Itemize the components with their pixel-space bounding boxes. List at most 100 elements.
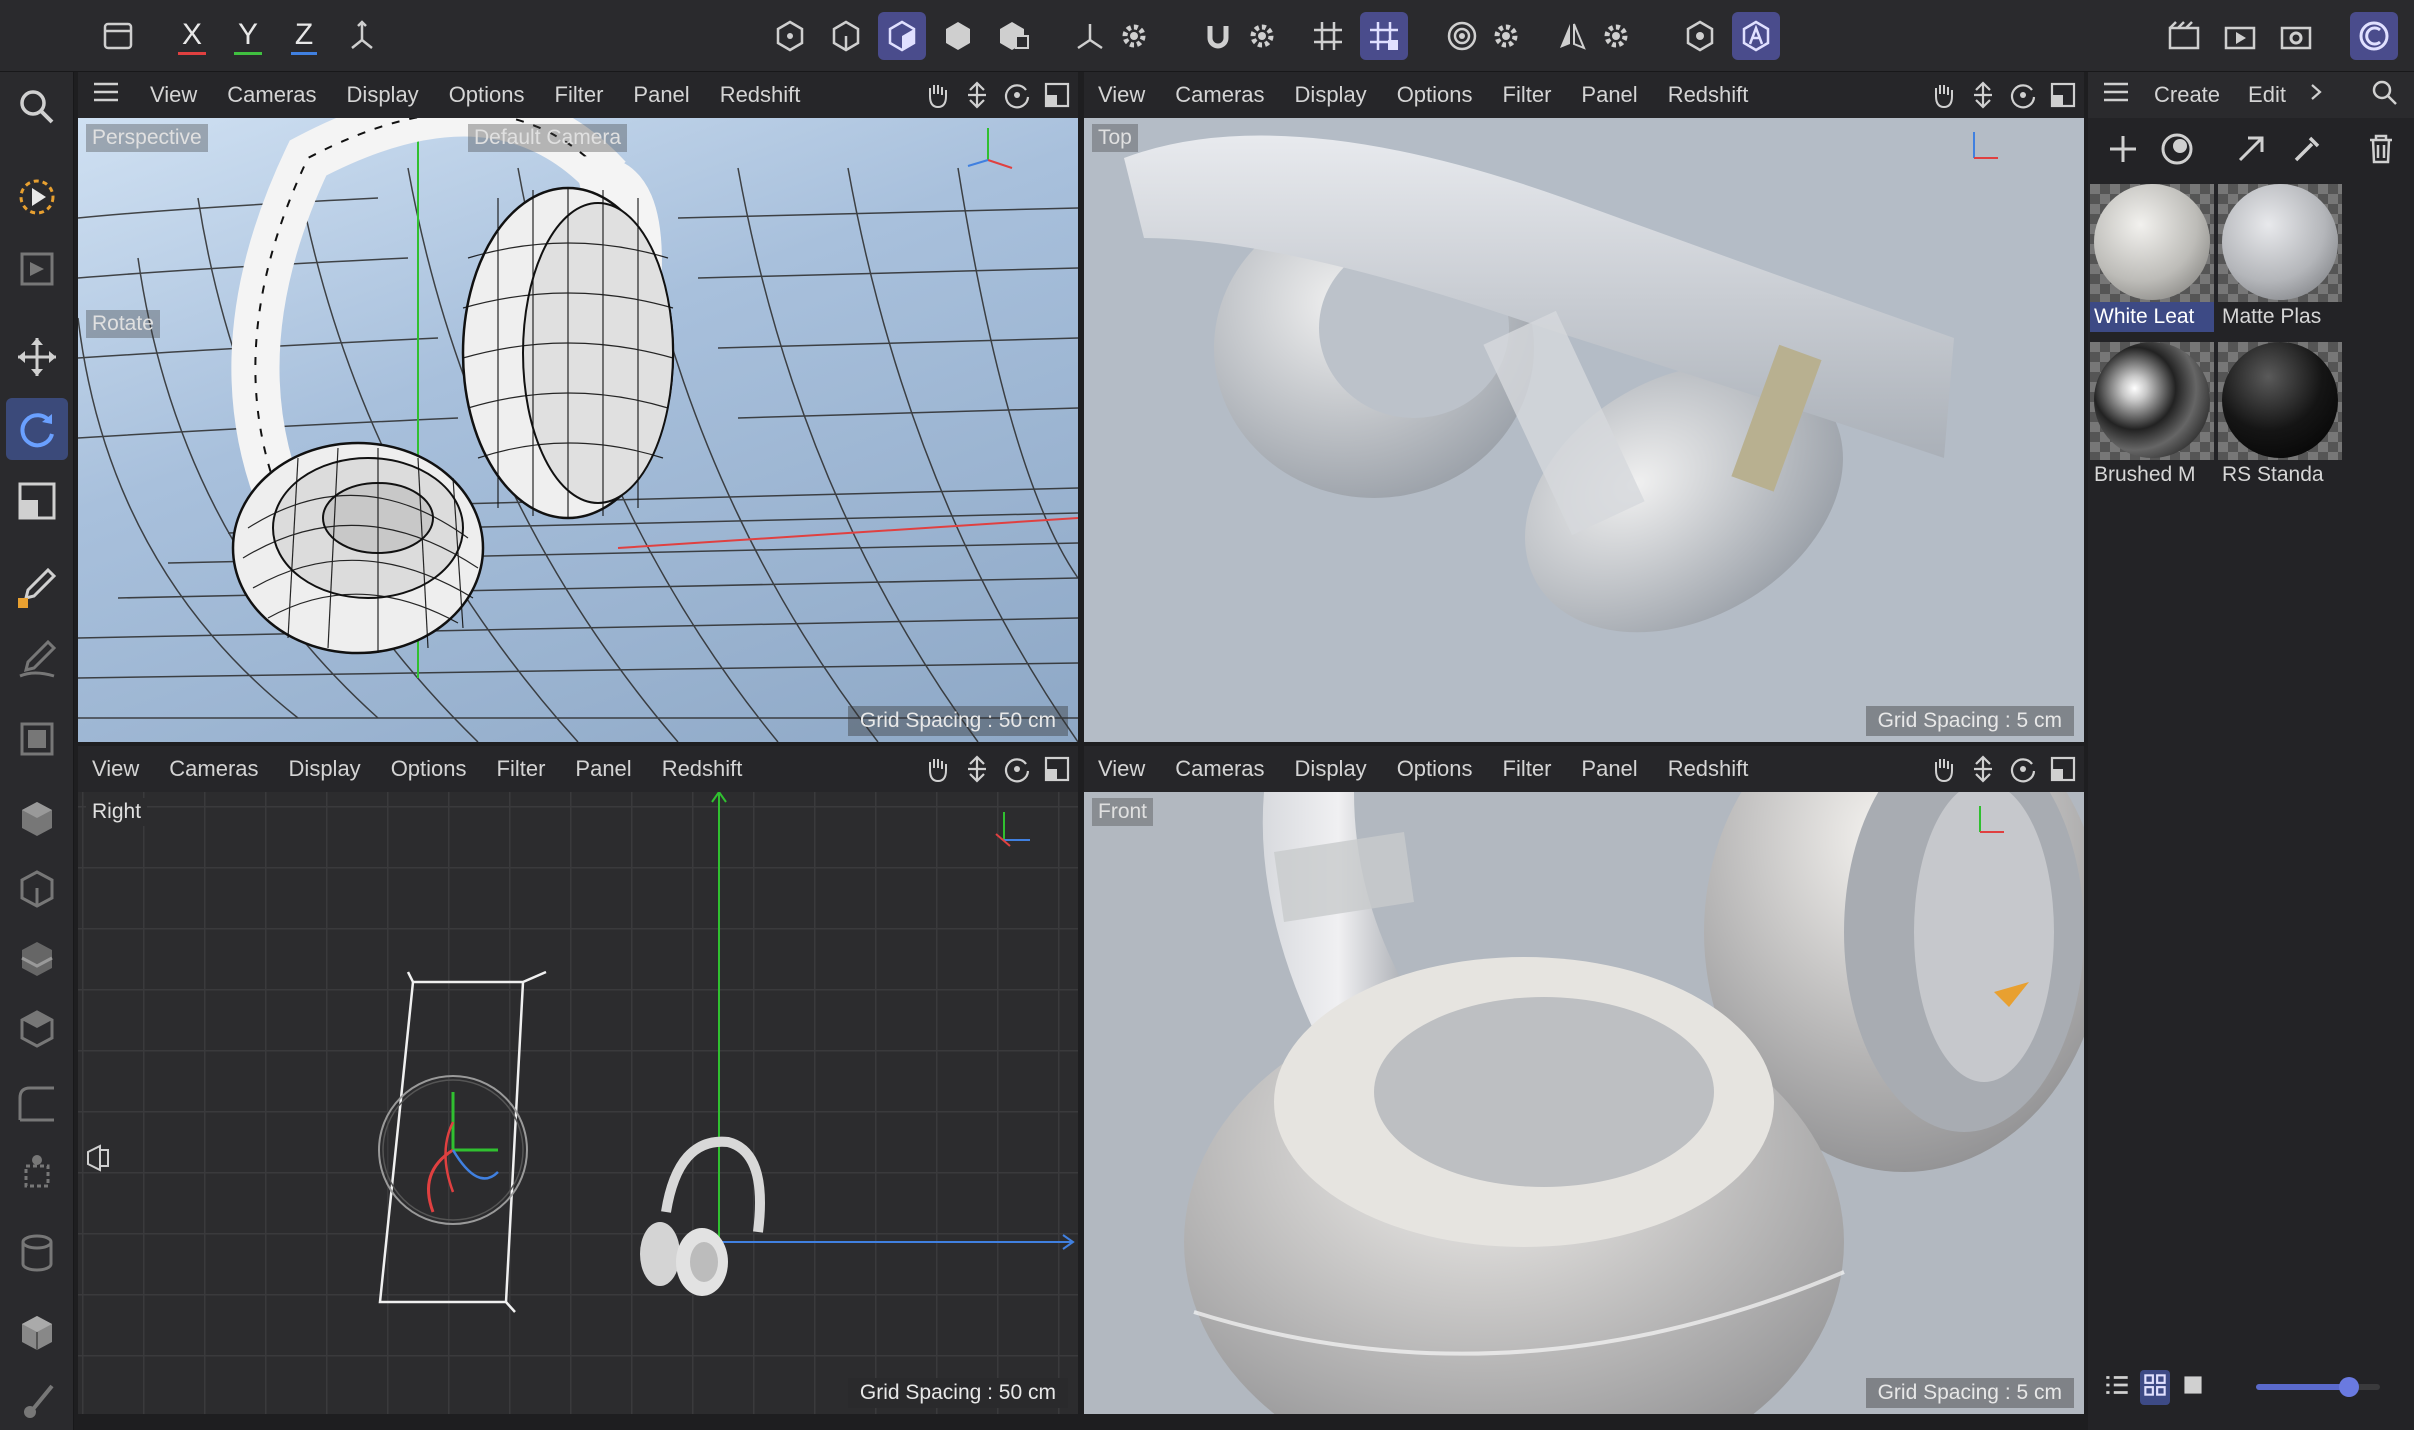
dolly-icon[interactable] — [1968, 754, 1998, 784]
hamburger-menu-icon[interactable] — [92, 78, 120, 112]
axis-tool-icon[interactable] — [1066, 12, 1114, 60]
model-mode-icon[interactable] — [934, 12, 982, 60]
thumbnail-size-slider[interactable] — [2256, 1377, 2380, 1397]
points-mode-icon[interactable] — [766, 12, 814, 60]
menu-filter[interactable]: Filter — [497, 756, 546, 782]
symmetry-icon[interactable] — [1548, 12, 1596, 60]
grid-view-icon[interactable] — [2140, 1370, 2170, 1405]
dolly-icon[interactable] — [962, 754, 992, 784]
dolly-icon[interactable] — [1968, 80, 1998, 110]
brush-tool-icon[interactable] — [6, 1372, 68, 1430]
pan-hand-icon[interactable] — [1928, 754, 1958, 784]
hamburger-menu-icon[interactable] — [2102, 78, 2130, 112]
live-selection-icon[interactable] — [6, 166, 68, 228]
menu-options[interactable]: Options — [449, 82, 525, 108]
workplane-grid-icon[interactable] — [1304, 12, 1352, 60]
trash-icon[interactable] — [2358, 126, 2404, 172]
object-mode-icon[interactable] — [990, 12, 1038, 60]
material-brushed-metal[interactable]: Brushed M — [2090, 342, 2214, 492]
orbit-icon[interactable] — [2008, 80, 2038, 110]
viewport-label[interactable]: Right — [86, 798, 148, 826]
viewport-solo-icon[interactable] — [1676, 12, 1724, 60]
maximize-viewport-icon[interactable] — [1042, 80, 1072, 110]
dolly-icon[interactable] — [962, 80, 992, 110]
material-rs-standard[interactable]: RS Standa — [2218, 342, 2342, 492]
menu-filter[interactable]: Filter — [555, 82, 604, 108]
axis-settings-gear-icon[interactable] — [1110, 12, 1158, 60]
material-white-leather[interactable]: White Leat — [2090, 184, 2214, 334]
menu-options[interactable]: Options — [1397, 82, 1473, 108]
camera-label[interactable]: Default Camera — [468, 124, 628, 152]
render-settings-icon[interactable] — [2272, 12, 2320, 60]
fields-icon[interactable] — [6, 998, 68, 1060]
menu-display[interactable]: Display — [289, 756, 361, 782]
menu-cameras[interactable]: Cameras — [1175, 756, 1264, 782]
menu-create[interactable]: Create — [2154, 82, 2220, 108]
cube-primitive-icon[interactable] — [6, 788, 68, 850]
axis-x-toggle[interactable]: X — [168, 12, 216, 60]
pan-hand-icon[interactable] — [1928, 80, 1958, 110]
add-material-icon[interactable] — [2100, 126, 2146, 172]
viewport-canvas-perspective[interactable]: Perspective Default Camera Rotate Grid S… — [78, 118, 1078, 742]
large-icon-view-icon[interactable] — [2178, 1370, 2208, 1405]
orbit-icon[interactable] — [1002, 80, 1032, 110]
orbit-icon[interactable] — [2008, 754, 2038, 784]
maximize-viewport-icon[interactable] — [1042, 754, 1072, 784]
cinema4d-logo-icon[interactable] — [2350, 12, 2398, 60]
snap-magnet-icon[interactable] — [1194, 12, 1242, 60]
menu-view[interactable]: View — [1098, 756, 1145, 782]
content-browser-icon[interactable] — [6, 1302, 68, 1364]
viewport-perspective[interactable]: View Cameras Display Options Filter Pane… — [78, 72, 1078, 742]
menu-cameras[interactable]: Cameras — [227, 82, 316, 108]
coordinate-system-icon[interactable] — [338, 12, 386, 60]
maximize-viewport-icon[interactable] — [2048, 80, 2078, 110]
menu-options[interactable]: Options — [391, 756, 467, 782]
orbit-icon[interactable] — [1002, 754, 1032, 784]
viewport-label[interactable]: Top — [1092, 124, 1138, 152]
material-matte-plastic[interactable]: Matte Plas — [2218, 184, 2342, 334]
search-icon[interactable] — [6, 76, 68, 138]
sketch-tool-icon[interactable] — [6, 628, 68, 690]
menu-view[interactable]: View — [92, 756, 139, 782]
viewport-label[interactable]: Perspective — [86, 124, 208, 152]
menu-redshift[interactable]: Redshift — [720, 82, 801, 108]
scale-tool-icon[interactable] — [6, 470, 68, 532]
render-view-icon[interactable] — [2160, 12, 2208, 60]
menu-redshift[interactable]: Redshift — [1668, 82, 1749, 108]
menu-display[interactable]: Display — [1295, 82, 1367, 108]
axis-y-toggle[interactable]: Y — [224, 12, 272, 60]
viewport-front[interactable]: View Cameras Display Options Filter Pane… — [1084, 746, 2084, 1414]
camera-light-icon[interactable] — [6, 1142, 68, 1204]
material-sphere-icon[interactable] — [2154, 126, 2200, 172]
eyedropper-icon[interactable] — [2284, 126, 2330, 172]
menu-edit[interactable]: Edit — [2248, 82, 2286, 108]
menu-panel[interactable]: Panel — [633, 82, 689, 108]
list-view-icon[interactable] — [2102, 1370, 2132, 1405]
cylinder-icon[interactable] — [6, 1222, 68, 1284]
solo-settings-gear-icon[interactable] — [1482, 12, 1530, 60]
viewport-right[interactable]: View Cameras Display Options Filter Pane… — [78, 746, 1078, 1414]
menu-panel[interactable]: Panel — [1581, 82, 1637, 108]
slider-knob[interactable] — [2339, 1377, 2359, 1397]
maximize-viewport-icon[interactable] — [2048, 754, 2078, 784]
menu-view[interactable]: View — [150, 82, 197, 108]
menu-cameras[interactable]: Cameras — [169, 756, 258, 782]
generators-icon[interactable] — [6, 858, 68, 920]
solo-mode-icon[interactable] — [1438, 12, 1486, 60]
undo-history-icon[interactable] — [94, 12, 142, 60]
symmetry-settings-gear-icon[interactable] — [1592, 12, 1640, 60]
environment-icon[interactable] — [6, 1072, 68, 1134]
polygons-mode-icon[interactable] — [878, 12, 926, 60]
menu-panel[interactable]: Panel — [1581, 756, 1637, 782]
apply-material-arrow-icon[interactable] — [2228, 126, 2274, 172]
quantize-grid-icon[interactable] — [1360, 12, 1408, 60]
viewport-canvas-front[interactable]: Front Grid Spacing : 5 cm — [1084, 792, 2084, 1414]
menu-redshift[interactable]: Redshift — [1668, 756, 1749, 782]
menu-cameras[interactable]: Cameras — [1175, 82, 1264, 108]
edges-mode-icon[interactable] — [822, 12, 870, 60]
menu-display[interactable]: Display — [1295, 756, 1367, 782]
rotate-tool-icon[interactable] — [6, 398, 68, 460]
search-icon[interactable] — [2370, 78, 2398, 112]
viewport-top[interactable]: View Cameras Display Options Filter Pane… — [1084, 72, 2084, 742]
move-tool-icon[interactable] — [6, 326, 68, 388]
